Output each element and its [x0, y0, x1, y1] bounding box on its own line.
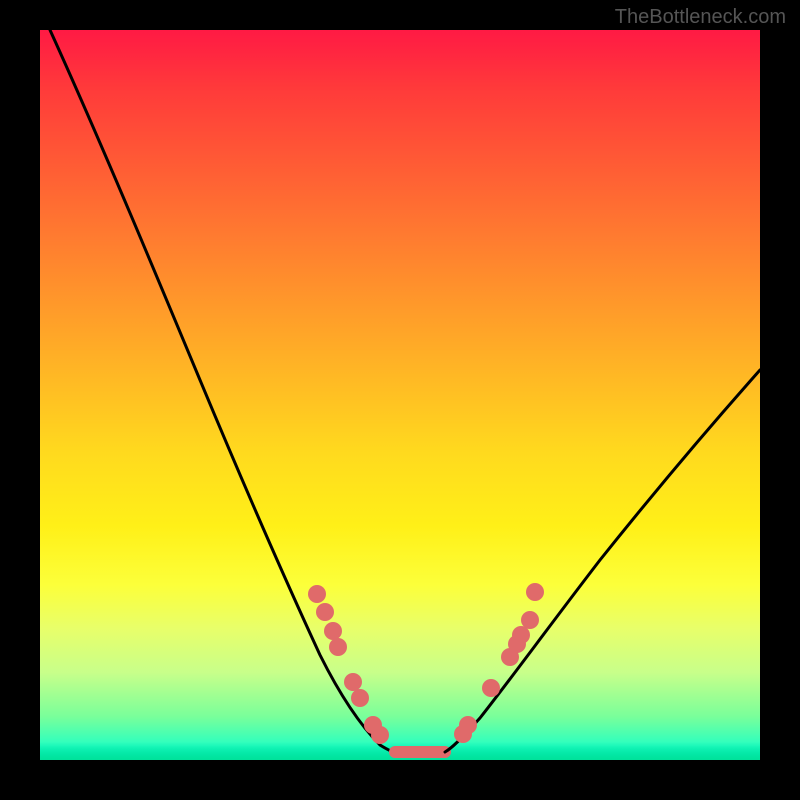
- data-marker: [344, 673, 362, 691]
- data-marker: [459, 716, 477, 734]
- data-marker: [316, 603, 334, 621]
- data-marker: [521, 611, 539, 629]
- chart-svg: [40, 30, 760, 760]
- data-marker: [526, 583, 544, 601]
- data-marker: [351, 689, 369, 707]
- data-marker: [329, 638, 347, 656]
- marker-group: [308, 583, 544, 744]
- data-marker: [308, 585, 326, 603]
- data-marker: [324, 622, 342, 640]
- data-marker: [512, 626, 530, 644]
- data-marker: [482, 679, 500, 697]
- data-marker: [371, 726, 389, 744]
- chart-plot-area: [40, 30, 760, 760]
- watermark-text: TheBottleneck.com: [615, 6, 786, 29]
